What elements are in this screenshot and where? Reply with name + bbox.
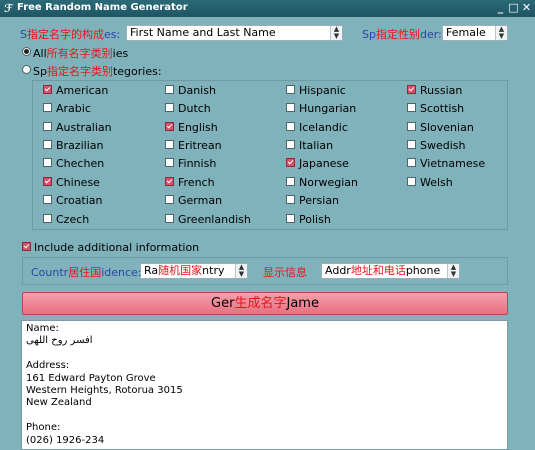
gender-select[interactable]: Female ▲ ▼ xyxy=(442,25,508,41)
category-label-italian[interactable]: Italian xyxy=(299,139,333,152)
window-title: Free Random Name Generator xyxy=(17,2,188,13)
category-checkbox-french[interactable] xyxy=(165,177,174,186)
category-checkbox-chechen[interactable] xyxy=(43,158,52,167)
category-label-russian[interactable]: Russian xyxy=(420,84,462,97)
category-label-australian[interactable]: Australian xyxy=(56,121,112,134)
spin-arrows-icon[interactable]: ▲ ▼ xyxy=(330,26,342,40)
output-line: Phone: xyxy=(26,422,61,434)
output-line: افسر روح اللهی xyxy=(26,335,93,347)
category-label-chinese[interactable]: Chinese xyxy=(56,176,100,189)
specific-categories-radio[interactable] xyxy=(22,65,31,74)
output-line: Name: xyxy=(26,323,59,334)
category-label-arabic[interactable]: Arabic xyxy=(56,102,91,115)
country-label: Countr居住国idence: xyxy=(31,266,142,279)
category-label-slovenian[interactable]: Slovenian xyxy=(420,121,474,134)
spin-arrows-icon[interactable]: ▲ ▼ xyxy=(495,26,507,40)
category-label-czech[interactable]: Czech xyxy=(56,213,89,226)
name-type-select[interactable]: First Name and Last Name ▲ ▼ xyxy=(126,25,343,41)
show-info-label: 显示信息 xyxy=(263,266,307,279)
category-label-norwegian[interactable]: Norwegian xyxy=(299,176,358,189)
specific-categories-label[interactable]: Sp指定名字类别tegories: xyxy=(33,63,162,79)
close-button[interactable]: ✕ xyxy=(520,1,533,14)
category-checkbox-croatian[interactable] xyxy=(43,195,52,204)
category-checkbox-eritrean[interactable] xyxy=(165,140,174,149)
category-checkbox-english[interactable] xyxy=(165,122,174,131)
category-label-hungarian[interactable]: Hungarian xyxy=(299,102,356,115)
category-checkbox-chinese[interactable] xyxy=(43,177,52,186)
category-label-swedish[interactable]: Swedish xyxy=(420,139,466,152)
category-checkbox-greenlandish[interactable] xyxy=(165,214,174,223)
output-line: Address: xyxy=(26,360,70,372)
category-checkbox-japanese[interactable] xyxy=(286,158,295,167)
category-checkbox-polish[interactable] xyxy=(286,214,295,223)
country-select[interactable]: Ra随机国家ntry ▲ ▼ xyxy=(140,263,248,279)
category-label-japanese[interactable]: Japanese xyxy=(299,157,349,170)
show-info-select[interactable]: Addr地址和电话phone ▲ ▼ xyxy=(321,263,460,279)
include-additional-checkbox[interactable] xyxy=(22,242,31,251)
category-label-american[interactable]: American xyxy=(56,84,108,97)
category-checkbox-icelandic[interactable] xyxy=(286,122,295,131)
category-checkbox-hispanic[interactable] xyxy=(286,85,295,94)
category-label-greenlandish[interactable]: Greenlandish xyxy=(178,213,251,226)
output-line: 161 Edward Payton Grove xyxy=(26,372,156,384)
output-textarea[interactable]: Name: افسر روح اللهی Address: 161 Edward Pa… xyxy=(21,320,508,450)
output-line: New Zealand xyxy=(26,397,92,409)
category-checkbox-russian[interactable] xyxy=(407,85,416,94)
category-checkbox-finnish[interactable] xyxy=(165,158,174,167)
minimize-button[interactable]: _ xyxy=(494,1,507,14)
category-label-german[interactable]: German xyxy=(178,194,222,207)
gender-label: Sp指定性别der: xyxy=(362,28,442,41)
category-checkbox-welsh[interactable] xyxy=(407,177,416,186)
category-checkbox-arabic[interactable] xyxy=(43,103,52,112)
category-label-finnish[interactable]: Finnish xyxy=(178,157,216,170)
category-label-dutch[interactable]: Dutch xyxy=(178,102,211,115)
category-checkbox-danish[interactable] xyxy=(165,85,174,94)
category-checkbox-persian[interactable] xyxy=(286,195,295,204)
category-checkbox-australian[interactable] xyxy=(43,122,52,131)
category-label-french[interactable]: French xyxy=(178,176,215,189)
category-checkbox-swedish[interactable] xyxy=(407,140,416,149)
category-checkbox-norwegian[interactable] xyxy=(286,177,295,186)
category-label-persian[interactable]: Persian xyxy=(299,194,339,207)
category-label-danish[interactable]: Danish xyxy=(178,84,216,97)
category-checkbox-brazilian[interactable] xyxy=(43,140,52,149)
all-categories-radio[interactable] xyxy=(22,47,31,56)
category-checkbox-scottish[interactable] xyxy=(407,103,416,112)
category-label-polish[interactable]: Polish xyxy=(299,213,331,226)
maximize-button[interactable]: □ xyxy=(507,1,520,14)
category-label-scottish[interactable]: Scottish xyxy=(420,102,464,115)
category-label-eritrean[interactable]: Eritrean xyxy=(178,139,222,152)
output-line: Western Heights, Rotorua 3015 xyxy=(26,384,183,396)
spin-arrows-icon[interactable]: ▲ ▼ xyxy=(447,264,459,278)
category-checkbox-italian[interactable] xyxy=(286,140,295,149)
generate-name-button[interactable]: Ger生成名字Jame xyxy=(22,292,508,315)
category-checkbox-dutch[interactable] xyxy=(165,103,174,112)
app-icon: ℱ xyxy=(4,2,13,15)
category-checkbox-german[interactable] xyxy=(165,195,174,204)
category-checkbox-vietnamese[interactable] xyxy=(407,158,416,167)
category-label-english[interactable]: English xyxy=(178,121,218,134)
title-bar: ℱ Free Random Name Generator _ □ ✕ xyxy=(0,0,535,17)
category-checkbox-slovenian[interactable] xyxy=(407,122,416,131)
spin-arrows-icon[interactable]: ▲ ▼ xyxy=(235,264,247,278)
category-label-croatian[interactable]: Croatian xyxy=(56,194,103,207)
category-label-icelandic[interactable]: Icelandic xyxy=(299,121,348,134)
include-additional-label[interactable]: Include additional information xyxy=(34,241,199,254)
output-line: (026) 1926-234 xyxy=(26,434,105,446)
category-checkbox-czech[interactable] xyxy=(43,214,52,223)
name-type-label: S指定名字的构成es: xyxy=(20,28,121,41)
category-checkbox-hungarian[interactable] xyxy=(286,103,295,112)
category-label-brazilian[interactable]: Brazilian xyxy=(56,139,103,152)
category-label-welsh[interactable]: Welsh xyxy=(420,176,453,189)
category-label-hispanic[interactable]: Hispanic xyxy=(299,84,346,97)
all-categories-label[interactable]: All所有名字类别ies xyxy=(33,45,128,61)
category-label-chechen[interactable]: Chechen xyxy=(56,157,104,170)
category-checkbox-american[interactable] xyxy=(43,85,52,94)
category-label-vietnamese[interactable]: Vietnamese xyxy=(420,157,485,170)
